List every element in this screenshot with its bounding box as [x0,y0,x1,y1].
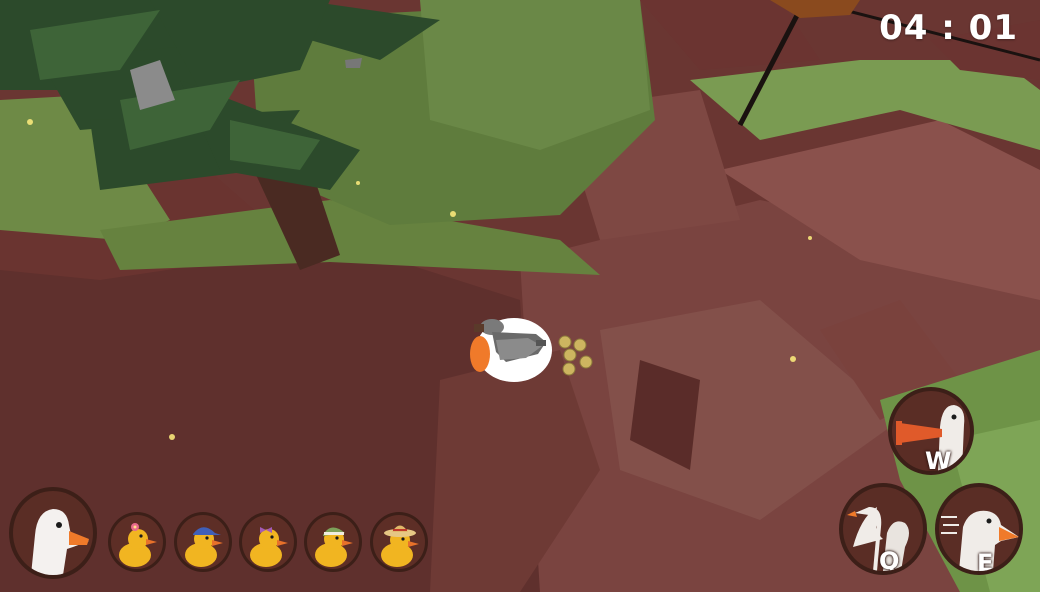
duckling-slot-bow [239,512,297,572]
duckling-flower-icon [119,523,157,567]
ability-dash-button[interactable]: E [935,483,1023,575]
duckling-slot-straw-hat [370,512,428,572]
game-viewport: 04 : 01 W Q E [0,0,1040,592]
ability-flap-button[interactable]: Q [839,483,927,575]
duckling-cap-icon [185,527,223,567]
dash-key-label: E [977,549,994,575]
honk-key-label: W [925,447,952,475]
duckling-slot-flower [108,512,166,572]
duckling-bow-icon [250,527,288,567]
duckling-group [556,333,596,377]
duckling-straw-hat-icon [381,525,419,567]
player-portrait [9,487,97,579]
ability-honk-button[interactable]: W [888,387,974,475]
duckling-slot-cap [174,512,232,572]
goose-head-icon [31,509,89,575]
flap-key-label: Q [879,547,900,575]
match-timer: 04 : 01 [879,8,1018,48]
duckling-slot-beanie [304,512,362,572]
duckling-beanie-icon [315,527,353,567]
player-goose [466,312,556,386]
